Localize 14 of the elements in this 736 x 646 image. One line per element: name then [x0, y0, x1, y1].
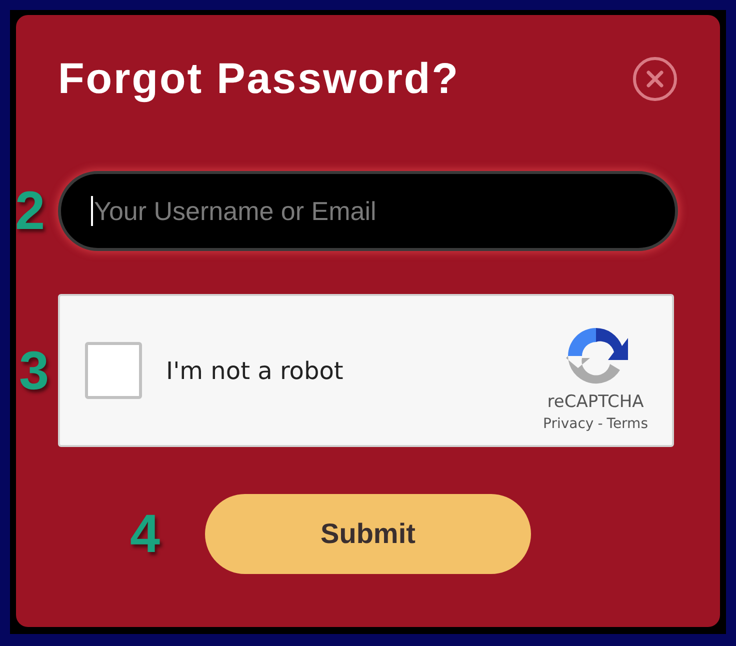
privacy-link[interactable]: Privacy — [543, 416, 594, 432]
link-separator: - — [598, 416, 603, 432]
captcha-checkbox[interactable] — [85, 342, 142, 399]
step-number: 4 — [130, 507, 160, 561]
close-button[interactable] — [632, 56, 678, 102]
captcha-label: I'm not a robot — [166, 356, 344, 384]
step-number: 3 — [19, 344, 50, 398]
terms-link[interactable]: Terms — [606, 416, 648, 432]
dialog-title: Forgot Password? — [58, 55, 460, 103]
step-number: 2 — [15, 184, 46, 238]
username-field[interactable]: Your Username or Email — [58, 171, 678, 251]
submit-button[interactable]: Submit — [205, 494, 531, 574]
captcha-brand: reCAPTCHA — [547, 392, 644, 412]
close-icon — [632, 56, 678, 102]
